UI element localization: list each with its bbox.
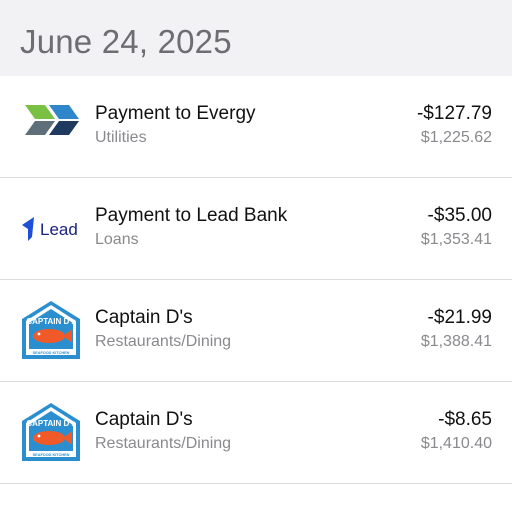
transaction-amount: -$21.99	[427, 307, 492, 328]
transaction-category: Restaurants/Dining	[95, 333, 232, 350]
captain-ds-logo-text: CAPTAIN D's	[26, 419, 76, 428]
captain-ds-logo-subtext: SEAFOOD KITCHEN	[33, 453, 70, 457]
transaction-category: Restaurants/Dining	[95, 435, 232, 452]
transaction-list: Payment to Evergy Utilities -$127.79 $1,…	[0, 76, 512, 484]
running-balance: $1,353.41	[420, 231, 492, 248]
transaction-amount: -$127.79	[416, 103, 492, 124]
running-balance: $1,225.62	[420, 129, 492, 146]
lead-bank-logo-icon: Lead	[19, 197, 83, 261]
transaction-amount: -$8.65	[438, 409, 492, 430]
transactions-screen: June 24, 2025 Payment to Evergy Utilitie…	[0, 0, 512, 505]
captain-ds-logo-icon: CAPTAIN D's SEAFOOD KITCHEN	[19, 299, 83, 363]
transaction-row-captain-ds[interactable]: CAPTAIN D's SEAFOOD KITCHEN Captain D's …	[0, 280, 512, 382]
captain-ds-logo-icon: CAPTAIN D's SEAFOOD KITCHEN	[19, 401, 83, 465]
transaction-title: Payment to Lead Bank	[95, 205, 288, 226]
transaction-amount: -$35.00	[427, 205, 492, 226]
captain-ds-logo-text: CAPTAIN D's	[26, 317, 76, 326]
transaction-row-captain-ds[interactable]: CAPTAIN D's SEAFOOD KITCHEN Captain D's …	[0, 382, 512, 484]
transaction-category: Utilities	[95, 129, 147, 146]
captain-ds-logo-subtext: SEAFOOD KITCHEN	[33, 351, 70, 355]
transaction-title: Captain D's	[95, 307, 193, 328]
transaction-title: Captain D's	[95, 409, 193, 430]
running-balance: $1,410.40	[420, 435, 492, 452]
evergy-logo-icon	[19, 95, 83, 159]
running-balance: $1,388.41	[420, 333, 492, 350]
date-section-header: June 24, 2025	[0, 0, 512, 76]
lead-logo-text: Lead	[40, 220, 78, 239]
transaction-title: Payment to Evergy	[95, 103, 256, 124]
transaction-row-evergy[interactable]: Payment to Evergy Utilities -$127.79 $1,…	[0, 76, 512, 178]
section-date: June 24, 2025	[20, 23, 232, 60]
transaction-category: Loans	[95, 231, 139, 248]
transaction-row-lead-bank[interactable]: Lead Payment to Lead Bank Loans -$35.00 …	[0, 178, 512, 280]
